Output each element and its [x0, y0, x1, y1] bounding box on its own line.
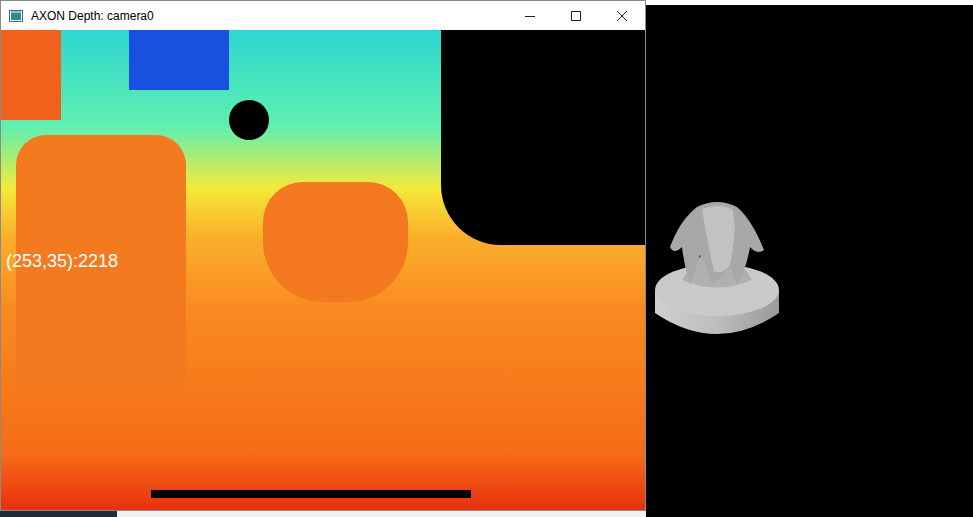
window-app-icon — [9, 10, 23, 22]
title-bar[interactable]: AXON Depth: camera0 — [1, 1, 645, 30]
maximize-icon — [571, 11, 581, 21]
depth-region — [151, 490, 471, 498]
maximize-button[interactable] — [553, 1, 599, 30]
taskbar-edge — [117, 511, 646, 517]
depth-region — [1, 30, 61, 120]
depth-readout: (253,35):2218 — [6, 252, 118, 270]
depth-region — [129, 30, 229, 90]
depth-window: AXON Depth: camera0 — [0, 0, 646, 511]
window-title: AXON Depth: camera0 — [31, 10, 154, 22]
depth-window-area: AXON Depth: camera0 — [0, 0, 646, 517]
model-view — [646, 0, 973, 517]
minimize-icon — [525, 11, 535, 21]
close-icon — [617, 11, 627, 21]
depth-region — [441, 30, 645, 245]
minimize-button[interactable] — [507, 1, 553, 30]
depth-region — [263, 182, 408, 302]
bottom-strip — [0, 511, 646, 517]
depth-image: (253,35):2218 — [1, 30, 645, 510]
close-button[interactable] — [599, 1, 645, 30]
depth-region — [229, 100, 269, 140]
pawn-model-icon — [652, 195, 782, 345]
taskbar-edge — [0, 511, 117, 517]
app-icon — [1, 1, 31, 30]
model-canvas[interactable] — [646, 5, 973, 517]
